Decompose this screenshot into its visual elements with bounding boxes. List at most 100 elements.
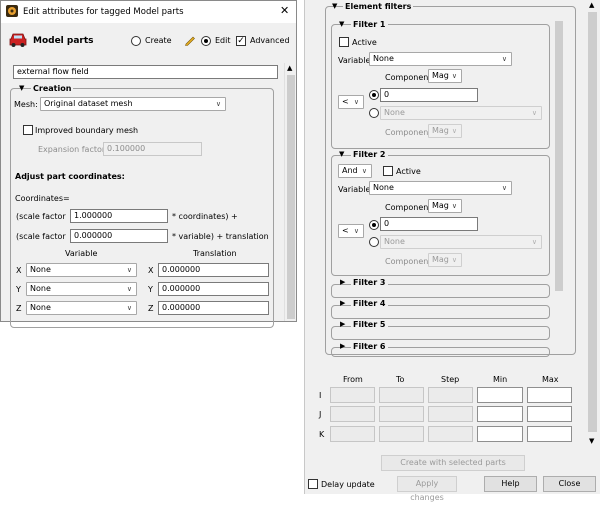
grid-header-from: From [343, 375, 363, 384]
grid-i-from [330, 387, 375, 403]
grid-header-step: Step [441, 375, 460, 384]
close-icon[interactable]: ✕ [280, 4, 289, 17]
filter-3-label[interactable]: Filter 3 [351, 278, 388, 287]
grid-j-min[interactable] [477, 406, 523, 422]
filter-1-value-input[interactable]: 0 [380, 88, 478, 102]
grid-j-to [379, 406, 424, 422]
left-scrollbar[interactable]: ▲ [284, 63, 296, 321]
filter-1-operator-select[interactable]: < ∨ [338, 95, 364, 109]
filter-4-label[interactable]: Filter 4 [351, 299, 388, 308]
scroll-thumb[interactable] [287, 75, 295, 319]
filter-1-variable-label: Variable [338, 56, 371, 65]
grid-header-to: To [396, 375, 405, 384]
improved-boundary-checkbox[interactable] [23, 125, 33, 135]
right-scroll-down-icon[interactable]: ▼ [589, 437, 594, 445]
advanced-label[interactable]: Advanced [250, 36, 290, 45]
filter-5-expand-icon[interactable]: ▶ [340, 320, 345, 328]
right-scroll-thumb[interactable] [588, 12, 597, 432]
filter-1-collapse-icon[interactable]: ▼ [339, 20, 344, 28]
scale-factor-2-input[interactable]: 0.000000 [70, 229, 168, 243]
filter-2-logic-select[interactable]: And ∨ [338, 164, 372, 178]
filter-2-alt-select: None ∨ [380, 235, 542, 249]
filter-5-label[interactable]: Filter 5 [351, 320, 388, 329]
adjust-coordinates-heading: Adjust part coordinates: [15, 172, 125, 181]
filter-2-value-radio[interactable] [369, 220, 379, 230]
filter-2-component-label: Component [385, 203, 432, 212]
scroll-up-icon[interactable]: ▲ [287, 64, 292, 72]
filter-1-variable-select[interactable]: None ∨ [369, 52, 512, 66]
right-scroll-up-icon[interactable]: ▲ [589, 1, 594, 9]
translation-y-input[interactable]: 0.000000 [158, 282, 269, 296]
grid-k-max[interactable] [527, 426, 572, 442]
delay-update-checkbox[interactable] [308, 479, 318, 489]
mode-create-label[interactable]: Create [145, 36, 172, 45]
creation-scroll-area: ▼ Creation Mesh: Original dataset mesh ∨ … [7, 83, 289, 328]
filter-1-component-select[interactable]: Mag ∨ [428, 69, 462, 83]
advanced-checkbox[interactable]: ✓ [236, 36, 246, 46]
mode-edit-label[interactable]: Edit [215, 36, 231, 45]
filter-1-active-checkbox[interactable] [339, 37, 349, 47]
grid-row-j-label: J [319, 410, 322, 419]
mode-create-radio[interactable] [131, 36, 141, 46]
filters-scroll-thumb[interactable] [555, 21, 563, 291]
filter-2-collapse-icon[interactable]: ▼ [339, 150, 344, 158]
filters-scrollbar[interactable] [554, 17, 564, 353]
filter-4-expand-icon[interactable]: ▶ [340, 299, 345, 307]
filter-2-component2-select: Mag ∨ [428, 253, 462, 267]
filter-1-component-label: Component [385, 73, 432, 82]
filter-2-active-label[interactable]: Active [396, 167, 421, 176]
translation-y-label: Y [148, 285, 153, 294]
grid-k-from [330, 426, 375, 442]
filter-2-component-select[interactable]: Mag ∨ [428, 199, 462, 213]
filter-3-expand-icon[interactable]: ▶ [340, 278, 345, 286]
filter-1-value-radio[interactable] [369, 90, 379, 100]
mode-edit-radio[interactable] [201, 36, 211, 46]
grid-j-max[interactable] [527, 406, 572, 422]
filter-1-alt-radio[interactable] [369, 108, 379, 118]
axis-x-label: X [16, 266, 22, 275]
filter-2-alt-radio[interactable] [369, 237, 379, 247]
filter-1-active-label[interactable]: Active [352, 38, 377, 47]
scale-factor-1-label: (scale factor [16, 212, 66, 221]
mesh-select[interactable]: Original dataset mesh ∨ [40, 97, 226, 111]
edit-attributes-dialog: Edit attributes for tagged Model parts ✕… [0, 0, 297, 328]
grid-i-min[interactable] [477, 387, 523, 403]
grid-header-max: Max [542, 375, 559, 384]
part-name-input[interactable]: external flow field [13, 65, 278, 79]
element-filters-collapse-icon[interactable]: ▼ [332, 2, 337, 10]
grid-j-step [428, 406, 473, 422]
creation-label[interactable]: Creation [31, 84, 74, 93]
filter-1-label[interactable]: Filter 1 [351, 20, 388, 29]
axis-x-variable-select[interactable]: None ∨ [26, 263, 137, 277]
translation-x-input[interactable]: 0.000000 [158, 263, 269, 277]
filter-6-expand-icon[interactable]: ▶ [340, 342, 345, 350]
axis-z-variable-select[interactable]: None ∨ [26, 301, 137, 315]
grid-k-step [428, 426, 473, 442]
translation-z-input[interactable]: 0.000000 [158, 301, 269, 315]
car-icon [8, 31, 28, 51]
element-filters-label[interactable]: Element filters [343, 2, 414, 11]
filter-2-value-input[interactable]: 0 [380, 217, 478, 231]
grid-row-i-label: I [319, 391, 322, 400]
grid-row-k-label: K [319, 430, 325, 439]
filter-6-label[interactable]: Filter 6 [351, 342, 388, 351]
delay-update-label[interactable]: Delay update [321, 480, 375, 489]
filter-2-active-checkbox[interactable] [383, 166, 393, 176]
scale-factor-1-input[interactable]: 1.000000 [70, 209, 168, 223]
close-button[interactable]: Close [543, 476, 596, 492]
variable-column-header: Variable [65, 249, 98, 258]
right-main-scrollbar[interactable]: ▲ ▼ [586, 0, 599, 449]
filter-2-label[interactable]: Filter 2 [351, 150, 388, 159]
collapse-triangle-icon[interactable]: ▼ [19, 84, 24, 92]
filter-1-alt-select: None ∨ [380, 106, 542, 120]
filter-2-variable-select[interactable]: None ∨ [369, 181, 512, 195]
filter-2-operator-select[interactable]: < ∨ [338, 224, 364, 238]
grid-i-max[interactable] [527, 387, 572, 403]
coordinates-label: Coordinates= [15, 194, 70, 203]
element-filters-panel: ▼ Element filters ▼ Filter 1 Active Vari… [304, 0, 600, 502]
grid-k-min[interactable] [477, 426, 523, 442]
scale-factor-2-label: (scale factor [16, 232, 66, 241]
help-button[interactable]: Help [484, 476, 537, 492]
axis-y-variable-select[interactable]: None ∨ [26, 282, 137, 296]
improved-boundary-label[interactable]: Improved boundary mesh [35, 126, 138, 135]
